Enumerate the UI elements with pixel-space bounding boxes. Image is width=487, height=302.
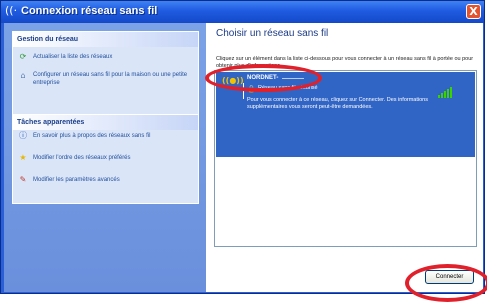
related-tasks-header: Tâches apparentées bbox=[13, 115, 198, 130]
network-details: Pour vous connecter à ce réseau, cliquez… bbox=[247, 97, 428, 110]
network-tasks-box: Gestion du réseau ⟳ Actualiser la liste … bbox=[12, 31, 199, 117]
wireless-connection-window: ((· Connexion réseau sans fil X Gestion … bbox=[0, 0, 485, 294]
learn-about-wireless-link[interactable]: ⓘ En savoir plus à propos des réseaux sa… bbox=[13, 130, 198, 140]
related-tasks-box: Tâches apparentées ⓘ En savoir plus à pr… bbox=[12, 114, 199, 204]
learn-about-wireless-label: En savoir plus à propos des réseaux sans… bbox=[33, 133, 151, 139]
network-list[interactable]: ((●)) NORDNET- 🔒 Réseau sans fil sécuris… bbox=[214, 70, 477, 247]
task-pane: Gestion du réseau ⟳ Actualiser la liste … bbox=[4, 23, 206, 292]
network-list-pane: Choisir un réseau sans fil Cliquez sur u… bbox=[206, 23, 483, 292]
close-button[interactable]: X bbox=[466, 4, 481, 19]
page-title: Choisir un réseau sans fil bbox=[216, 28, 329, 39]
settings-icon: ✎ bbox=[19, 175, 27, 184]
setup-wireless-network-link[interactable]: ⌂ Configurer un réseau sans fil pour la … bbox=[13, 61, 198, 87]
refresh-network-list-link[interactable]: ⟳ Actualiser la liste des réseaux bbox=[13, 47, 198, 61]
setup-wireless-icon: ⌂ bbox=[20, 71, 26, 80]
setup-wireless-network-label: Configurer un réseau sans fil pour la ma… bbox=[33, 72, 188, 86]
change-preferred-order-label: Modifier l'ordre des réseaux préférés bbox=[33, 155, 131, 161]
change-advanced-settings-link[interactable]: ✎ Modifier les paramètres avancés bbox=[13, 162, 198, 184]
network-tasks-header: Gestion du réseau bbox=[13, 32, 198, 47]
change-preferred-order-link[interactable]: ★ Modifier l'ordre des réseaux préférés bbox=[13, 140, 198, 162]
title-bar: ((· Connexion réseau sans fil X bbox=[1, 1, 484, 23]
change-advanced-settings-label: Modifier les paramètres avancés bbox=[33, 177, 120, 183]
refresh-network-list-label: Actualiser la liste des réseaux bbox=[33, 54, 113, 60]
annotation-circle-connect bbox=[405, 264, 487, 302]
window-title: Connexion réseau sans fil bbox=[21, 5, 158, 17]
annotation-circle-network bbox=[205, 64, 322, 92]
wireless-network-icon: ((· bbox=[5, 4, 18, 17]
